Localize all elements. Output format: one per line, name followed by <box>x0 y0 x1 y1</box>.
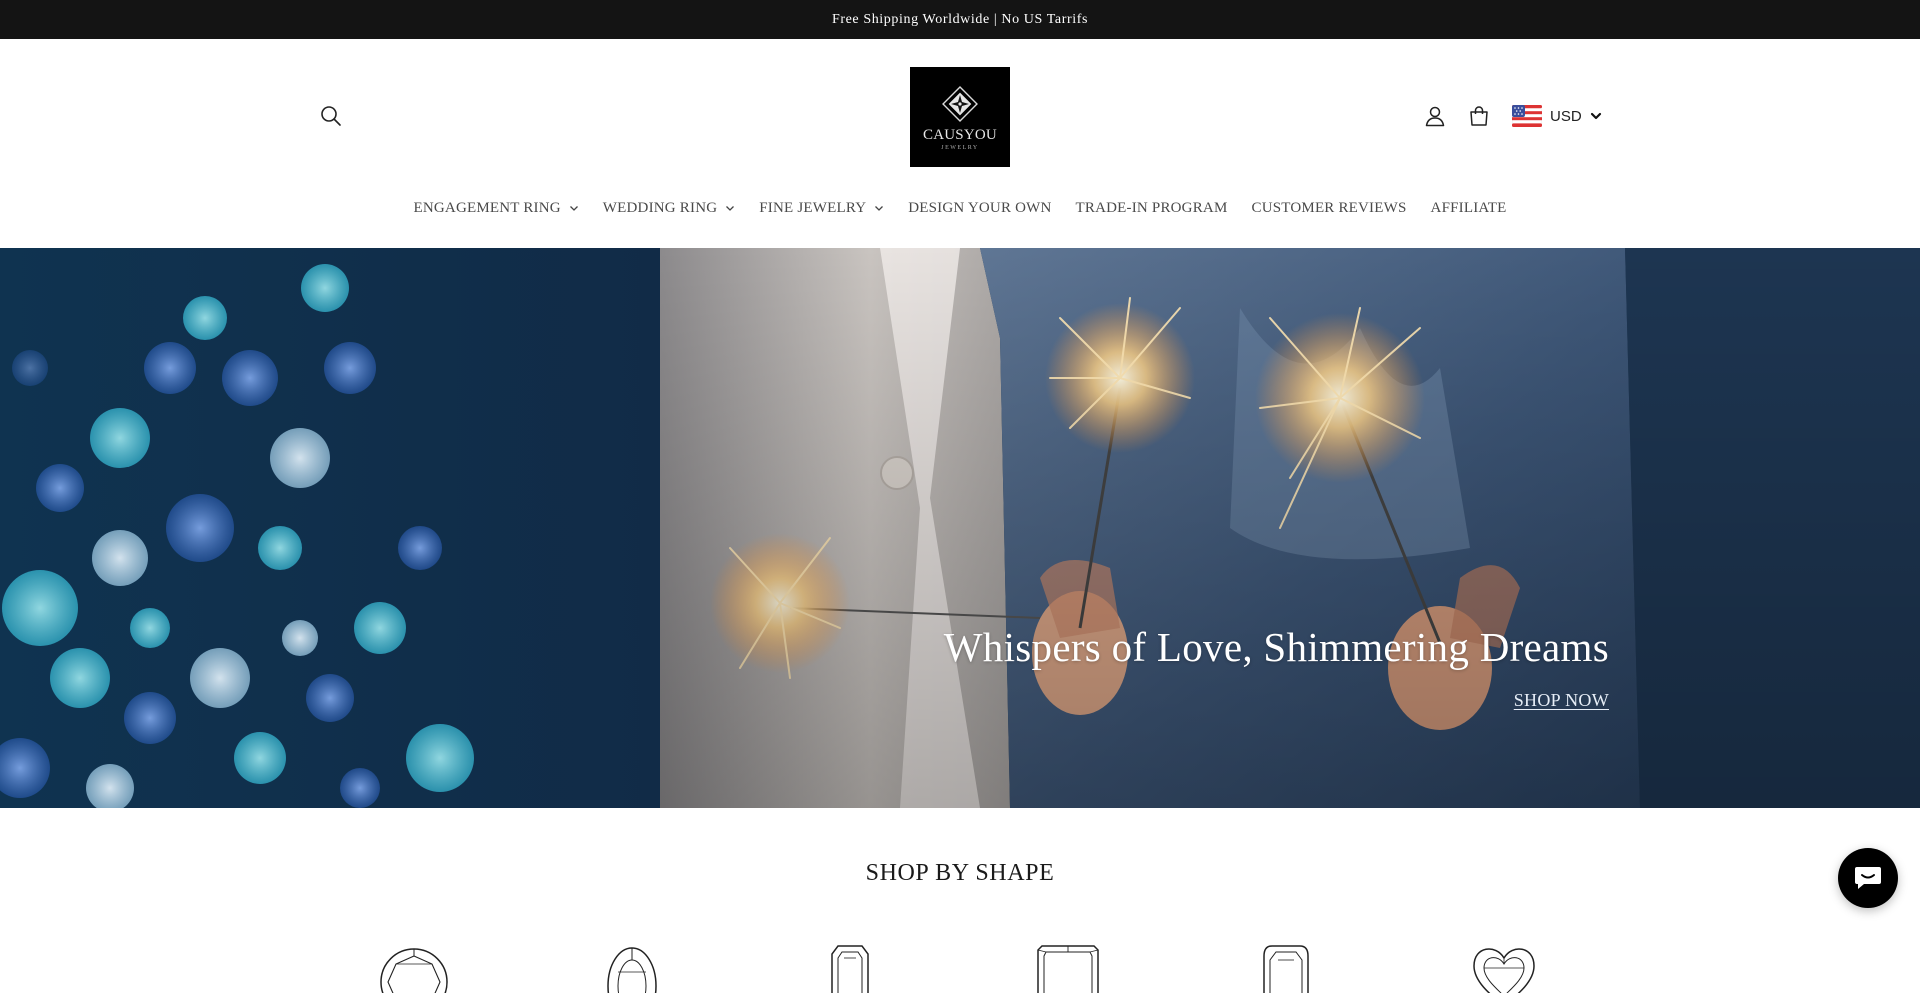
chevron-down-icon <box>569 206 578 211</box>
nav-item-affiliate[interactable]: AFFILIATE <box>1419 200 1519 217</box>
chat-icon <box>1855 867 1881 889</box>
chevron-down-icon <box>1590 112 1601 120</box>
shape-radiant[interactable] <box>1028 942 1108 993</box>
round-cut-icon <box>380 948 448 993</box>
nav-item-design-your-own[interactable]: DESIGN YOUR OWN <box>896 200 1063 217</box>
hero-sparkler-image <box>0 248 1920 808</box>
emerald-cut-icon <box>831 945 869 993</box>
heart-cut-icon <box>1473 948 1535 993</box>
nav-item-engagement-ring[interactable]: ENGAGEMENT RING <box>402 200 591 217</box>
hero-title: Whispers of Love, Shimmering Dreams <box>943 624 1609 670</box>
shape-heart[interactable] <box>1464 942 1544 993</box>
announcement-bar: Free Shipping Worldwide | No US Tarrifs <box>0 0 1920 39</box>
radiant-cut-icon <box>1037 945 1099 993</box>
account-icon <box>1425 106 1445 127</box>
section-title: SHOP BY SHAPE <box>865 860 1055 886</box>
shape-elongated-cushion[interactable] <box>1246 942 1326 993</box>
nav-item-label: FINE JEWELRY <box>759 199 867 216</box>
nav-item-label: WEDDING RING <box>602 199 718 216</box>
diamond-star-logo-icon <box>942 85 978 122</box>
search-icon <box>321 106 341 126</box>
search-button[interactable] <box>316 101 346 131</box>
nav-item-customer-reviews[interactable]: CUSTOMER REVIEWS <box>1240 200 1419 217</box>
hero-banner: Whispers of Love, Shimmering Dreams SHOP… <box>0 248 1920 808</box>
nav-item-label: TRADE-IN PROGRAM <box>1075 199 1228 216</box>
account-button[interactable] <box>1420 101 1450 131</box>
site-header: CAUSYOU JEWELRY USD ENGAGEMENT RING WEDD… <box>0 39 1920 248</box>
chevron-down-icon <box>875 206 884 211</box>
main-navigation: ENGAGEMENT RING WEDDING RING FINE JEWELR… <box>0 193 1920 223</box>
announcement-text: Free Shipping Worldwide | No US Tarrifs <box>831 11 1089 27</box>
nav-item-fine-jewelry[interactable]: FINE JEWELRY <box>747 200 896 217</box>
currency-code: USD <box>1550 107 1582 125</box>
nav-item-label: CUSTOMER REVIEWS <box>1251 199 1407 216</box>
nav-item-wedding-ring[interactable]: WEDDING RING <box>591 200 747 217</box>
currency-selector[interactable]: USD <box>1512 102 1602 130</box>
logo-tagline: JEWELRY <box>941 144 979 151</box>
shape-emerald[interactable] <box>810 942 890 993</box>
cart-button[interactable] <box>1464 101 1494 131</box>
elongated-cushion-cut-icon <box>1263 945 1309 993</box>
chat-widget-button[interactable] <box>1838 848 1898 908</box>
shop-by-shape-section: SHOP BY SHAPE <box>0 808 1920 993</box>
shop-now-link[interactable]: SHOP NOW <box>1514 690 1609 711</box>
brand-logo[interactable]: CAUSYOU JEWELRY <box>910 67 1010 167</box>
logo-wordmark: CAUSYOU <box>923 126 997 143</box>
nav-item-label: DESIGN YOUR OWN <box>908 199 1052 216</box>
nav-item-label: ENGAGEMENT RING <box>413 199 561 216</box>
shape-oval[interactable] <box>592 942 672 993</box>
shape-round[interactable] <box>374 942 454 993</box>
us-flag-icon <box>1512 105 1542 127</box>
nav-item-label: AFFILIATE <box>1430 199 1507 216</box>
cart-icon <box>1470 106 1488 126</box>
chevron-down-icon <box>726 206 735 211</box>
nav-item-trade-in-program[interactable]: TRADE-IN PROGRAM <box>1064 200 1240 217</box>
oval-cut-icon <box>607 947 657 993</box>
